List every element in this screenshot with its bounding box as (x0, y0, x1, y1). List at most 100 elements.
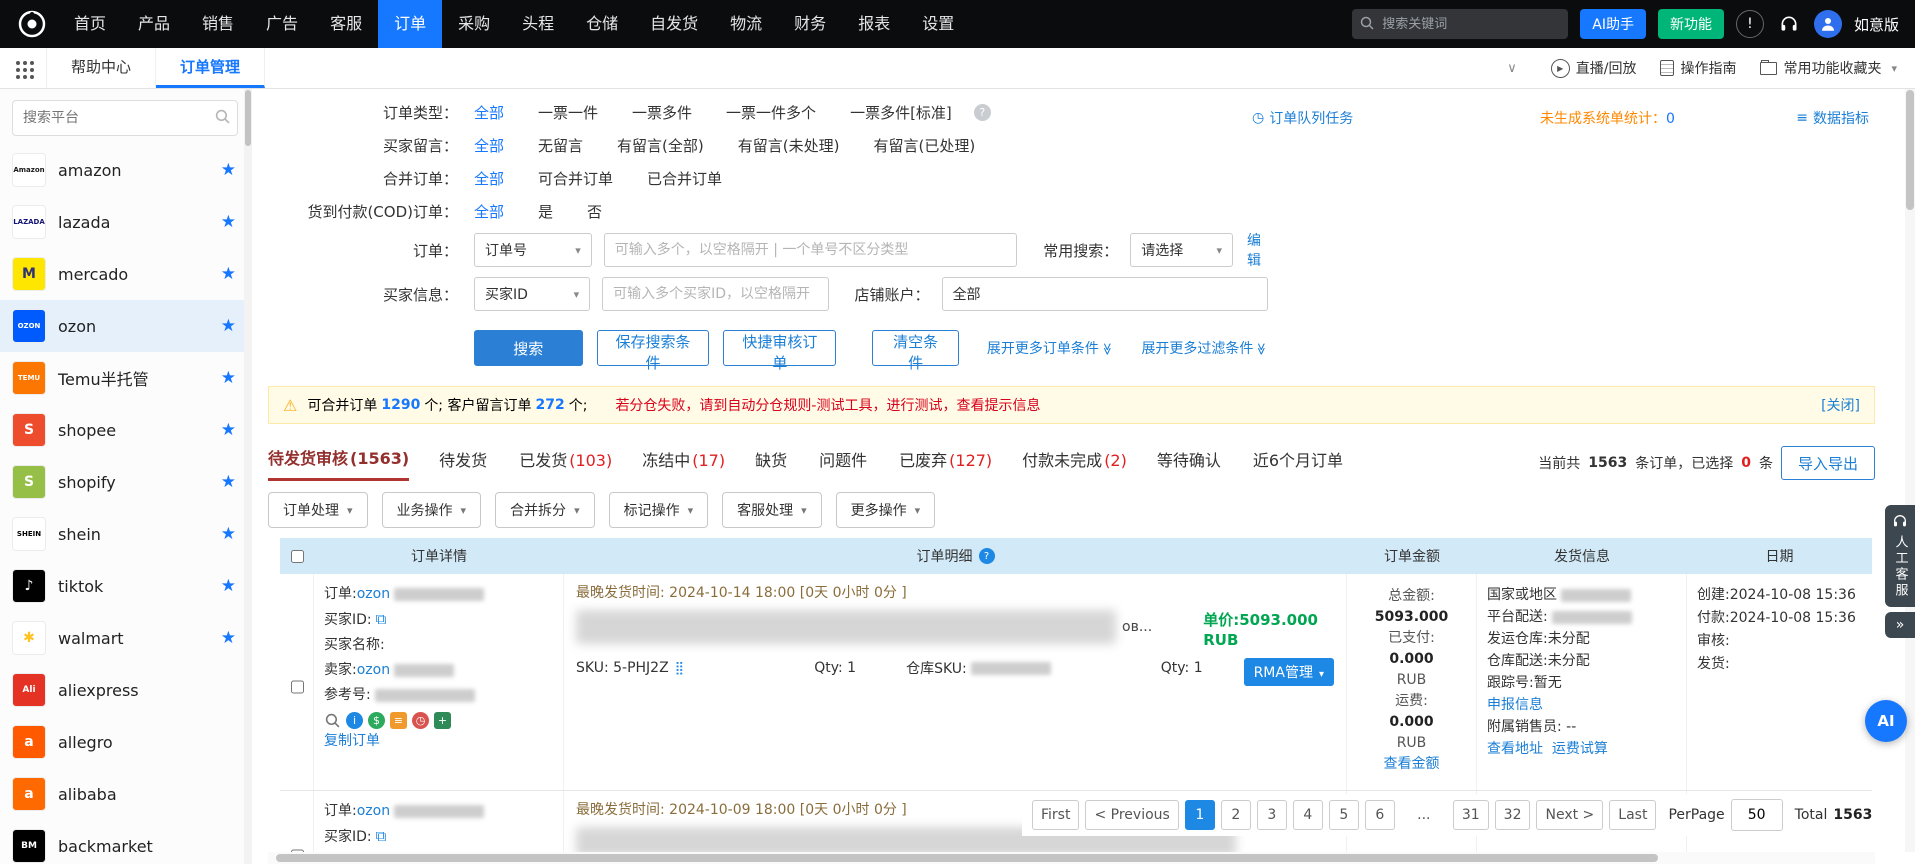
buyer-id-input[interactable] (602, 277, 828, 311)
ai-float-button[interactable]: AI (1865, 700, 1907, 742)
sidebar-scrollbar-thumb[interactable] (245, 90, 251, 146)
tab-to-ship[interactable]: 待发货 (439, 447, 489, 480)
filter-option[interactable]: 全部 (474, 102, 504, 123)
menu-settings[interactable]: 设置 (906, 0, 970, 48)
favorite-star-icon[interactable]: ★ (221, 628, 236, 648)
tab-abandoned[interactable]: 已废弃(127) (899, 447, 992, 480)
tab-awaiting-confirm[interactable]: 等待确认 (1157, 447, 1223, 480)
menu-finance[interactable]: 财务 (778, 0, 842, 48)
platform-item-tiktok[interactable]: ♪ tiktok ★ (0, 560, 252, 612)
menu-ads[interactable]: 广告 (250, 0, 314, 48)
sku-grid-icon[interactable]: ⣿ (675, 661, 685, 676)
favorite-star-icon[interactable]: ★ (221, 576, 236, 596)
page-number-button[interactable]: 5 (1329, 800, 1359, 830)
page-number-button[interactable]: 3 (1257, 800, 1287, 830)
payment-icon[interactable]: $ (368, 712, 385, 729)
tab-frozen[interactable]: 冻结中(17) (642, 447, 725, 480)
tab-recent-6-months[interactable]: 近6个月订单 (1253, 447, 1345, 480)
help-icon[interactable]: ? (974, 104, 991, 121)
order-process-dropdown[interactable]: 订单处理 (268, 492, 368, 528)
vertical-scrollbar-thumb[interactable] (1906, 90, 1914, 210)
notice-close-link[interactable]: [关闭] (1821, 395, 1860, 415)
menu-customer-service[interactable]: 客服 (314, 0, 378, 48)
favorite-star-icon[interactable]: ★ (221, 264, 236, 284)
buyer-type-select[interactable]: 买家ID (474, 277, 590, 311)
platform-item-amazon[interactable]: Amazon amazon ★ (0, 144, 252, 196)
filter-option[interactable]: 全部 (474, 201, 504, 222)
order-number-input[interactable] (604, 233, 1017, 267)
platform-item-allegro[interactable]: a allegro (0, 716, 252, 768)
menu-warehouse[interactable]: 仓储 (570, 0, 634, 48)
platform-item-aliexpress[interactable]: Ali aliexpress (0, 664, 252, 716)
platform-search[interactable] (12, 100, 238, 136)
row-checkbox[interactable] (291, 587, 304, 787)
expand-order-conditions-link[interactable]: 展开更多订单条件≫ (987, 338, 1114, 358)
platform-item-lazada[interactable]: LAZADA lazada ★ (0, 196, 252, 248)
live-replay-link[interactable]: ▶直播/回放 (1551, 58, 1637, 78)
favorite-star-icon[interactable]: ★ (221, 212, 236, 232)
favorite-star-icon[interactable]: ★ (221, 524, 236, 544)
declaration-link[interactable]: 申报信息 (1487, 697, 1543, 713)
filter-option[interactable]: 已合并订单 (647, 168, 722, 189)
ungenerated-count-link[interactable]: 0 (1666, 111, 1675, 127)
filter-option[interactable]: 全部 (474, 168, 504, 189)
platform-item-walmart[interactable]: ✱ walmart ★ (0, 612, 252, 664)
filter-option[interactable]: 是 (538, 201, 553, 222)
filter-option[interactable]: 有留言(已处理) (873, 135, 975, 156)
expand-filter-conditions-link[interactable]: 展开更多过滤条件≫ (1141, 338, 1268, 358)
quick-audit-button[interactable]: 快捷审核订单 (723, 330, 836, 366)
message-order-count[interactable]: 272 (535, 397, 564, 413)
filter-option[interactable]: 一票多件 (632, 102, 692, 123)
tab-help-center[interactable]: 帮助中心 (47, 48, 156, 88)
seller-link[interactable]: ozon (357, 662, 390, 678)
favorite-star-icon[interactable]: ★ (221, 316, 236, 336)
menu-self-shipping[interactable]: 自发货 (634, 0, 714, 48)
order-number-link[interactable]: ozon (357, 586, 390, 602)
filter-option[interactable]: 一票多件[标准] (850, 102, 952, 123)
tab-unpaid[interactable]: 付款未完成(2) (1022, 447, 1127, 480)
user-avatar[interactable] (1814, 10, 1842, 38)
platform-item-ozon[interactable]: OZON ozon ★ (0, 300, 252, 352)
copy-icon[interactable]: ⧉ (376, 827, 387, 845)
menu-reports[interactable]: 报表 (842, 0, 906, 48)
page-prev-button[interactable]: < Previous (1085, 800, 1178, 830)
import-export-button[interactable]: 导入导出 (1781, 446, 1875, 480)
view-amount-link[interactable]: 查看金额 (1384, 756, 1440, 772)
filter-option[interactable]: 一票一件多个 (726, 102, 816, 123)
edit-quick-search-link[interactable]: 编辑 (1247, 230, 1268, 270)
menu-logistics[interactable]: 物流 (714, 0, 778, 48)
time-icon[interactable]: ◷ (412, 712, 429, 729)
select-all-checkbox[interactable] (291, 550, 304, 563)
shop-account-input[interactable] (942, 277, 1268, 311)
headset-icon[interactable] (1776, 11, 1802, 37)
service-ops-dropdown[interactable]: 客服处理 (722, 492, 822, 528)
quick-search-select[interactable]: 请选择 (1130, 233, 1233, 267)
page-last-button[interactable]: Last (1609, 800, 1656, 830)
menu-purchase[interactable]: 采购 (442, 0, 506, 48)
app-logo-icon[interactable] (16, 8, 48, 40)
page-number-button[interactable]: 4 (1293, 800, 1323, 830)
favorite-star-icon[interactable]: ★ (221, 368, 236, 388)
platform-item-shopify[interactable]: S shopify ★ (0, 456, 252, 508)
menu-sales[interactable]: 销售 (186, 0, 250, 48)
page-number-button[interactable]: 32 (1495, 800, 1531, 830)
horizontal-scrollbar[interactable] (268, 852, 1875, 864)
store-icon[interactable]: ≡ (390, 712, 407, 729)
gift-icon[interactable]: + (434, 712, 451, 729)
copy-icon[interactable]: ⧉ (376, 610, 387, 628)
rma-manage-button[interactable]: RMA管理 (1244, 658, 1334, 686)
mergeable-count[interactable]: 1290 (381, 397, 420, 413)
vertical-scrollbar[interactable] (1905, 88, 1915, 852)
announcement-icon[interactable]: ! (1736, 10, 1764, 38)
freight-trial-link[interactable]: 运费试算 (1552, 741, 1608, 757)
horizontal-scrollbar-thumb[interactable] (276, 854, 1658, 862)
row-checkbox[interactable] (291, 804, 304, 852)
menu-first-leg[interactable]: 头程 (506, 0, 570, 48)
order-type-select[interactable]: 订单号 (474, 233, 592, 267)
view-address-link[interactable]: 查看地址 (1487, 741, 1543, 757)
clear-conditions-button[interactable]: 清空条件 (872, 330, 959, 366)
favorite-star-icon[interactable]: ★ (221, 160, 236, 180)
page-number-button[interactable]: 6 (1365, 800, 1395, 830)
mark-ops-dropdown[interactable]: 标记操作 (609, 492, 709, 528)
sidebar-scrollbar[interactable] (244, 88, 252, 864)
